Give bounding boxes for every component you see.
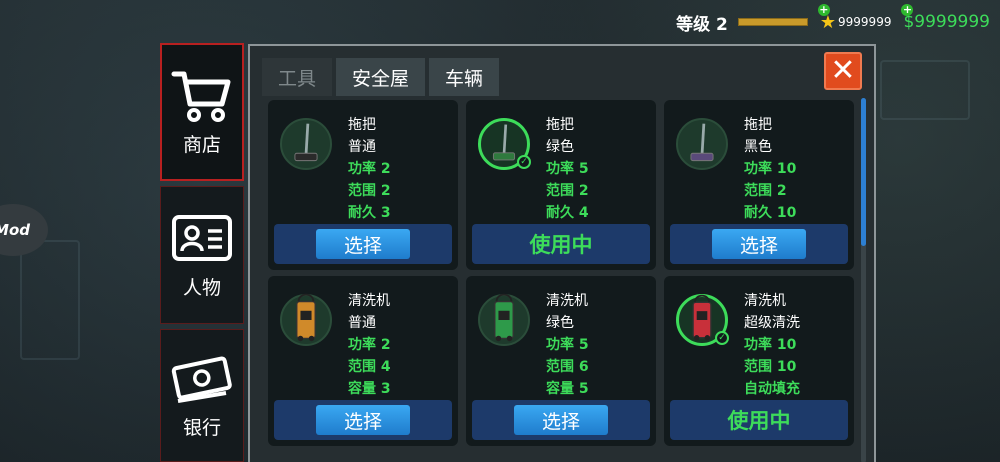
select-button[interactable]: 选择 bbox=[316, 405, 410, 435]
level-progress-bar bbox=[737, 18, 808, 26]
item-info: 清洗机普通功率 2 范围 4 容量 3 bbox=[348, 290, 391, 400]
money-stat[interactable]: + $9999999 bbox=[901, 4, 990, 32]
nav-label: 商店 bbox=[182, 133, 221, 156]
item-stat: 耐久 3 bbox=[348, 205, 391, 221]
item-name: 拖把 bbox=[546, 117, 574, 133]
tab-safehouse[interactable]: 安全屋 bbox=[336, 58, 426, 96]
hud-bar: 等级 2 + ★ 9999999 + $9999999 bbox=[676, 3, 990, 36]
item-stat: 范围 2 bbox=[546, 183, 589, 199]
item-stat: 耐久 10 bbox=[744, 205, 797, 221]
item-name: 清洗机 bbox=[744, 293, 786, 309]
pressure-washer-icon bbox=[280, 293, 332, 346]
item-card[interactable]: ✓ 拖把绿色功率 5 范围 2 耐久 4 使用中 bbox=[466, 100, 656, 270]
item-card[interactable]: 清洗机普通功率 2 范围 4 容量 3 选择 bbox=[268, 276, 458, 446]
in-use-label: 使用中 bbox=[727, 409, 791, 433]
item-card[interactable]: 拖把黑色功率 10 范围 2 耐久 10 选择 bbox=[664, 100, 854, 270]
select-button[interactable]: 选择 bbox=[316, 229, 410, 259]
circuit-decoration bbox=[20, 240, 80, 360]
item-variant: 黑色 bbox=[744, 139, 772, 155]
item-stat: 范围 4 bbox=[348, 359, 391, 375]
item-card[interactable]: 清洗机绿色功率 5 范围 6 容量 5 选择 bbox=[466, 276, 656, 446]
item-stat: 耐久 4 bbox=[546, 205, 589, 221]
item-variant: 绿色 bbox=[546, 315, 574, 331]
item-stat: 功率 2 bbox=[348, 161, 391, 177]
item-stat: 功率 5 bbox=[546, 337, 589, 353]
item-stat: 功率 10 bbox=[744, 161, 797, 177]
item-variant: 绿色 bbox=[546, 139, 574, 155]
item-action-area[interactable]: 选择 bbox=[472, 400, 650, 440]
plus-icon[interactable]: + bbox=[817, 3, 830, 16]
item-action-area: 使用中 bbox=[472, 224, 650, 264]
circuit-decoration bbox=[880, 60, 970, 120]
item-stat: 功率 5 bbox=[546, 161, 589, 177]
shop-panel: 工具 安全屋 车辆 ✕ 拖把 普通 功率 2 范围 2 耐久 3 选择 ✓ 拖把 绿色 功率 5范… bbox=[248, 44, 876, 462]
item-variant: 普通 bbox=[348, 139, 376, 155]
nav-label: 人物 bbox=[182, 276, 221, 299]
item-name: 拖把 bbox=[744, 117, 772, 133]
mop-icon bbox=[676, 118, 728, 170]
tab-bar: 工具 安全屋 车辆 bbox=[262, 58, 503, 96]
item-stat: 功率 2 bbox=[348, 337, 391, 353]
coins-value: 9999999 bbox=[838, 15, 892, 29]
mop-icon: ✓ bbox=[478, 118, 531, 170]
item-action-area[interactable]: 选择 bbox=[274, 400, 452, 440]
item-action-area[interactable]: 选择 bbox=[274, 224, 452, 264]
item-name: 拖把 bbox=[348, 117, 376, 133]
mop-icon bbox=[280, 118, 332, 170]
item-stat: 自动填充 bbox=[744, 381, 800, 397]
check-icon: ✓ bbox=[715, 331, 729, 345]
item-stat: 容量 3 bbox=[348, 381, 391, 397]
item-name: 清洗机 bbox=[546, 293, 588, 309]
cart-icon bbox=[171, 71, 231, 122]
close-button[interactable]: ✕ bbox=[824, 52, 862, 90]
item-stat: 范围 2 bbox=[348, 183, 391, 199]
item-info: 清洗机超级清洗功率 10 范围 10 自动填充 bbox=[744, 290, 800, 400]
scrollbar[interactable] bbox=[861, 98, 866, 462]
item-stat: 范围 10 bbox=[744, 359, 797, 375]
item-stat: 范围 6 bbox=[546, 359, 589, 375]
nav-label: 银行 bbox=[182, 417, 221, 439]
tab-tools[interactable]: 工具 bbox=[262, 58, 333, 96]
item-action-area: 使用中 bbox=[670, 400, 848, 440]
item-stat: 功率 10 bbox=[744, 337, 797, 353]
item-action-area[interactable]: 选择 bbox=[670, 224, 848, 264]
item-info: 拖把普通功率 2 范围 2 耐久 3 bbox=[348, 114, 391, 224]
item-card[interactable]: 拖把普通功率 2 范围 2 耐久 3 选择 bbox=[268, 100, 458, 270]
scrollbar-thumb[interactable] bbox=[861, 98, 866, 246]
plus-icon[interactable]: + bbox=[901, 4, 914, 16]
nav-item-character[interactable]: 人物 bbox=[160, 186, 244, 324]
item-variant: 超级清洗 bbox=[744, 315, 800, 331]
in-use-label: 使用中 bbox=[529, 233, 593, 257]
item-variant: 普通 bbox=[348, 315, 376, 331]
nav-item-shop[interactable]: 商店 bbox=[160, 43, 244, 181]
id-card-icon bbox=[172, 214, 232, 261]
tab-vehicles[interactable]: 车辆 bbox=[429, 58, 500, 96]
select-button[interactable]: 选择 bbox=[712, 229, 806, 259]
coins-stat[interactable]: + ★ 9999999 bbox=[817, 3, 904, 33]
item-stat: 范围 2 bbox=[744, 183, 787, 199]
item-info: 清洗机绿色功率 5 范围 6 容量 5 bbox=[546, 290, 589, 400]
level-label: 等级 2 bbox=[676, 14, 728, 35]
pressure-washer-icon bbox=[478, 293, 530, 346]
item-info: 拖把黑色功率 10 范围 2 耐久 10 bbox=[744, 114, 796, 224]
item-name: 清洗机 bbox=[348, 293, 390, 309]
select-button[interactable]: 选择 bbox=[514, 405, 608, 435]
check-icon: ✓ bbox=[517, 155, 531, 169]
item-info: 拖把绿色功率 5 范围 2 耐久 4 bbox=[546, 114, 589, 224]
money-value: $9999999 bbox=[903, 12, 990, 32]
pressure-washer-icon: ✓ bbox=[676, 294, 729, 346]
item-stat: 容量 5 bbox=[546, 381, 589, 397]
item-card[interactable]: ✓ 清洗机超级清洗功率 10 范围 10 自动填充使用中 bbox=[664, 276, 854, 446]
nav-item-bank[interactable]: 银行 bbox=[160, 329, 244, 462]
money-icon bbox=[171, 356, 232, 403]
